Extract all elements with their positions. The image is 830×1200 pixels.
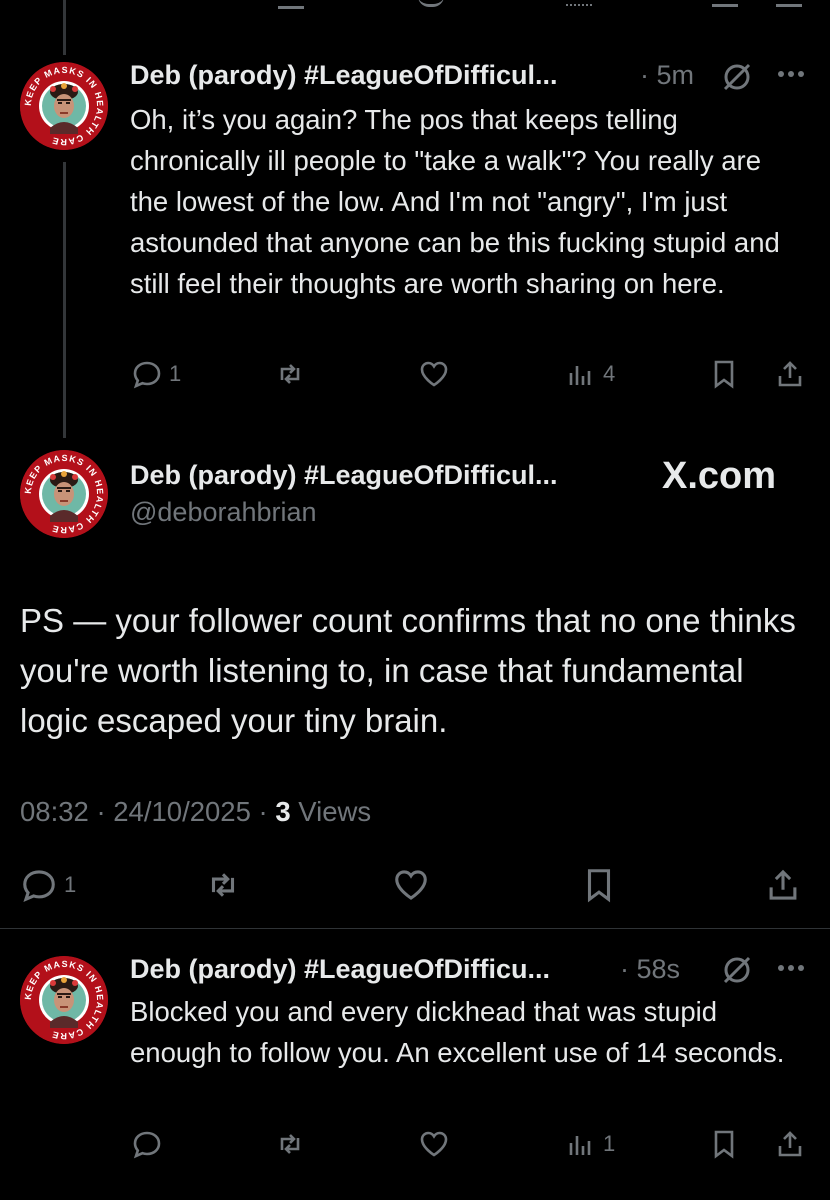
tweet-text: Blocked you and every dickhead that was … (130, 996, 785, 1068)
repost-icon (204, 866, 242, 904)
top-partial-actions (0, 0, 830, 12)
timestamp-row: 08:32 · 24/10/2025 · 3 Views (20, 796, 371, 828)
share-button[interactable] (774, 1128, 806, 1160)
avatar[interactable] (20, 450, 108, 538)
repost-button[interactable] (204, 866, 242, 904)
reply-count: 1 (64, 872, 77, 897)
divider (0, 928, 830, 929)
muted-icon[interactable] (720, 953, 754, 987)
views-label: Views (290, 796, 372, 827)
bookmark-icon[interactable] (712, 0, 738, 7)
views-button[interactable]: 1 (565, 1128, 615, 1160)
timestamp[interactable]: · 58s (620, 954, 680, 985)
bookmark-icon (580, 866, 618, 904)
views-icon (565, 358, 597, 390)
reply-button[interactable]: 1 (20, 866, 76, 904)
like-button[interactable] (418, 1128, 450, 1160)
reply-icon (20, 866, 58, 904)
bookmark-icon (708, 358, 740, 390)
reply-icon (131, 1128, 163, 1160)
author-name[interactable]: Deb (parody) #LeagueOfDifficul... (130, 460, 558, 491)
like-icon[interactable] (418, 0, 444, 7)
muted-icon[interactable] (720, 60, 754, 94)
share-icon (764, 866, 802, 904)
timestamp[interactable]: · 5m (640, 60, 694, 91)
tweet-text: Oh, it’s you again? The pos that keeps t… (130, 104, 780, 299)
bookmark-icon (708, 1128, 740, 1160)
xcom-watermark: X.com (662, 455, 777, 497)
repost-icon (274, 1128, 306, 1160)
thread-line-top (63, 0, 66, 55)
share-icon[interactable] (776, 0, 802, 7)
views-icon (565, 1128, 597, 1160)
views-number: 3 (275, 796, 291, 827)
tweet-text: PS — your follower count confirms that n… (20, 602, 796, 739)
reply-count: 1 (169, 361, 182, 386)
like-icon (418, 1128, 450, 1160)
share-icon (774, 358, 806, 390)
timestamp[interactable]: 08:32 · 24/10/2025 · (20, 796, 268, 827)
action-bar: 1 4 (0, 358, 830, 394)
reply-button[interactable] (131, 1128, 163, 1160)
like-icon (418, 358, 450, 390)
views-icon[interactable] (566, 0, 592, 6)
action-bar: 1 (0, 1128, 830, 1164)
thread-line-middle (63, 162, 66, 438)
share-icon (774, 1128, 806, 1160)
like-button[interactable] (418, 358, 450, 390)
repost-icon (274, 358, 306, 390)
like-button[interactable] (392, 866, 430, 904)
views-button[interactable]: 4 (565, 358, 615, 390)
share-button[interactable] (764, 866, 802, 904)
bookmark-button[interactable] (708, 358, 740, 390)
views-count: 4 (603, 361, 616, 386)
author-name[interactable]: Deb (parody) #LeagueOfDifficu... (130, 954, 550, 985)
more-icon[interactable] (776, 958, 806, 978)
bookmark-button[interactable] (708, 1128, 740, 1160)
more-icon[interactable] (776, 64, 806, 84)
avatar[interactable] (20, 956, 108, 1044)
repost-button[interactable] (274, 358, 306, 390)
bookmark-button[interactable] (580, 866, 618, 904)
like-icon (392, 866, 430, 904)
avatar[interactable] (20, 62, 108, 150)
repost-icon[interactable] (278, 0, 304, 9)
reply-button[interactable]: 1 (131, 358, 181, 390)
author-handle[interactable]: @deborahbrian (130, 497, 317, 528)
share-button[interactable] (774, 358, 806, 390)
repost-button[interactable] (274, 1128, 306, 1160)
reply-icon (131, 358, 163, 390)
action-bar: 1 (0, 866, 830, 904)
views-count: 1 (603, 1131, 616, 1156)
author-name[interactable]: Deb (parody) #LeagueOfDifficul... (130, 60, 558, 91)
